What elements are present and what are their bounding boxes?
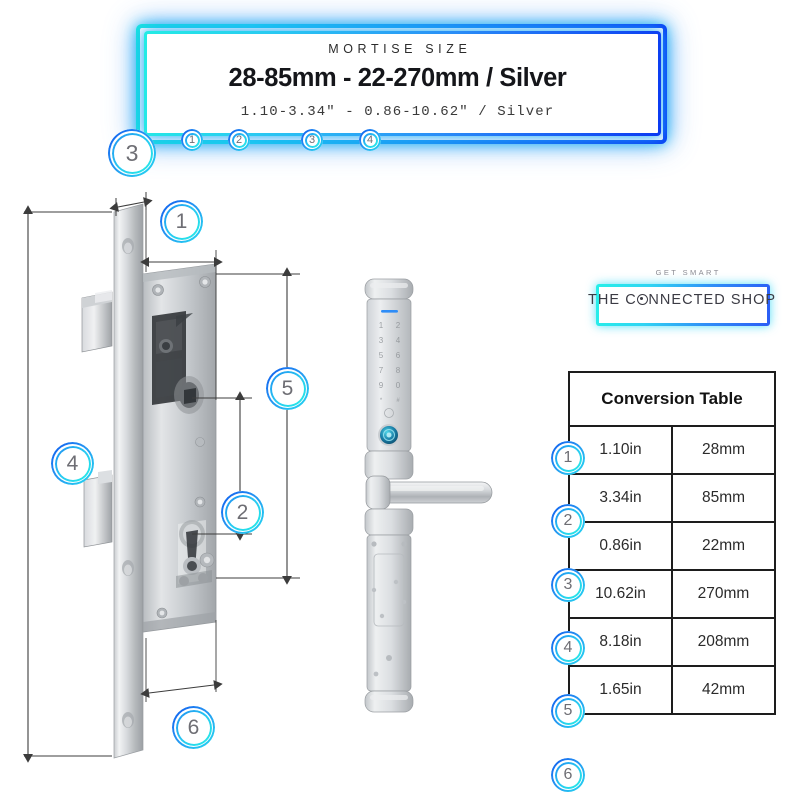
logo-name-after: NNECTED SHOP	[648, 292, 777, 308]
table-marker-1: 1	[551, 441, 585, 475]
svg-text:2: 2	[396, 321, 401, 330]
table-marker-3: 3	[551, 568, 585, 602]
banner-marker-2: 2	[228, 129, 250, 151]
table-marker-6-label: 6	[563, 766, 573, 783]
table-header-row: Conversion Table	[568, 371, 776, 427]
logo-name-before: THE C	[588, 292, 637, 308]
table-cell-mm: 22mm	[671, 521, 776, 571]
banner-kicker: MORTISE SIZE	[328, 41, 472, 56]
logo-kicker: GET SMART	[655, 268, 721, 277]
banner-headline: 28-85mm - 22-270mm / Silver	[228, 63, 567, 92]
table-row: 10.62in 270mm	[568, 569, 776, 619]
banner-marker-4-label: 4	[366, 134, 374, 146]
table-row: 0.86in 22mm	[568, 521, 776, 571]
svg-text:4: 4	[396, 336, 401, 345]
smart-lock-handle: 12 34 56 78 90 * #	[364, 278, 493, 713]
table-cell-inches: 0.86in	[568, 521, 673, 571]
svg-text:1: 1	[379, 321, 384, 330]
svg-text:5: 5	[379, 351, 384, 360]
mortise-size-banner: MORTISE SIZE 28-85mm - 22-270mm / Silver…	[130, 18, 665, 143]
product-spec-graphic: MORTISE SIZE 28-85mm - 22-270mm / Silver…	[0, 0, 800, 800]
callout-badge-3-label: 3	[125, 139, 139, 166]
table-cell-inches: 1.10in	[568, 425, 673, 475]
callout-badge-1-label: 1	[175, 209, 188, 233]
mortise-lock-body	[81, 203, 217, 759]
svg-text:9: 9	[379, 381, 384, 390]
table-marker-4: 4	[551, 631, 585, 665]
table-marker-3-label: 3	[563, 576, 573, 593]
logo-wordmark: THE C NNECTED SHOP	[588, 292, 775, 308]
callout-badge-2-label: 2	[236, 500, 249, 524]
table-cell-mm: 28mm	[671, 425, 776, 475]
callout-badge-4: 4	[51, 442, 94, 485]
banner-marker-1: 1	[181, 129, 203, 151]
callout-badge-3: 3	[108, 129, 156, 177]
table-marker-5-label: 5	[563, 702, 573, 719]
logo-target-icon	[637, 294, 649, 305]
svg-text:6: 6	[396, 351, 401, 360]
table-cell-mm: 85mm	[671, 473, 776, 523]
callout-badge-5: 5	[266, 367, 309, 410]
callout-badge-1: 1	[160, 200, 203, 243]
table-marker-2: 2	[551, 504, 585, 538]
conversion-table: Conversion Table 1.10in 28mm 3.34in 85mm…	[568, 371, 776, 715]
svg-text:8: 8	[396, 366, 401, 375]
table-title: Conversion Table	[568, 371, 776, 427]
svg-text:0: 0	[396, 381, 401, 390]
table-row: 1.10in 28mm	[568, 425, 776, 475]
table-marker-4-label: 4	[563, 639, 573, 656]
callout-badge-4-label: 4	[66, 451, 79, 475]
table-cell-mm: 42mm	[671, 665, 776, 715]
table-marker-1-label: 1	[563, 449, 573, 466]
table-marker-5: 5	[551, 694, 585, 728]
table-cell-mm: 208mm	[671, 617, 776, 667]
banner-marker-3: 3	[301, 129, 323, 151]
svg-text:7: 7	[379, 366, 384, 375]
svg-text:3: 3	[379, 336, 384, 345]
table-cell-mm: 270mm	[671, 569, 776, 619]
table-row: 3.34in 85mm	[568, 473, 776, 523]
banner-subline: 1.10-3.34" - 0.86-10.62" / Silver	[240, 103, 555, 120]
callout-badge-2: 2	[221, 491, 264, 534]
table-marker-2-label: 2	[563, 512, 573, 529]
banner-marker-4: 4	[359, 129, 381, 151]
table-cell-inches: 8.18in	[568, 617, 673, 667]
callout-badge-5-label: 5	[281, 376, 294, 400]
callout-badge-6: 6	[172, 706, 215, 749]
banner-marker-3-label: 3	[308, 134, 316, 146]
table-marker-6: 6	[551, 758, 585, 792]
table-cell-inches: 3.34in	[568, 473, 673, 523]
banner-marker-1-label: 1	[188, 134, 196, 146]
callout-badge-6-label: 6	[187, 715, 200, 739]
table-row: 1.65in 42mm	[568, 665, 776, 715]
banner-marker-2-label: 2	[235, 134, 243, 146]
banner-text-block: MORTISE SIZE 28-85mm - 22-270mm / Silver…	[130, 18, 665, 143]
table-row: 8.18in 208mm	[568, 617, 776, 667]
table-cell-inches: 10.62in	[568, 569, 673, 619]
brand-logo: GET SMART THE C NNECTED SHOP	[588, 262, 786, 334]
